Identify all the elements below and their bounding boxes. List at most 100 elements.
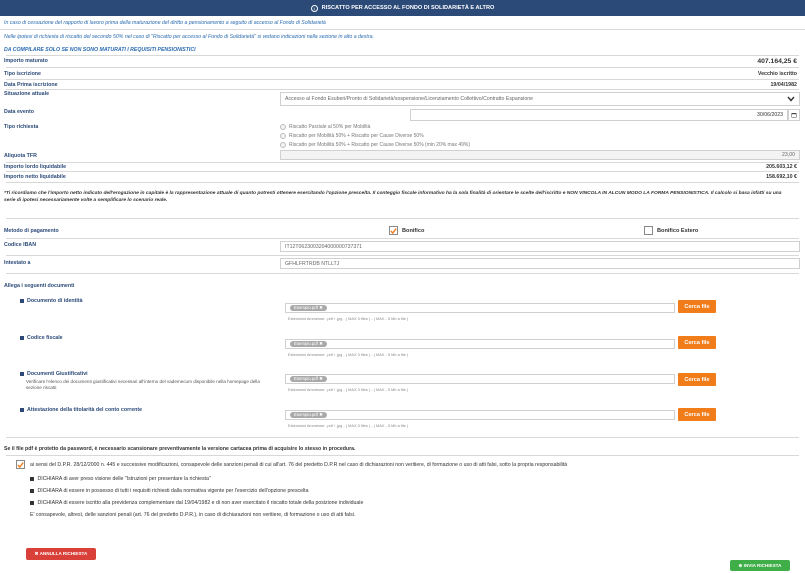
chevron-down-icon [787,96,795,102]
divider [6,79,799,80]
declaration-footer: E' consapevole, altresì, delle sanzioni … [30,512,356,518]
documents-title: Allega i seguenti documenti [4,283,75,289]
doc-attestazione-field[interactable]: Esempio.pdf ✖ [285,410,675,420]
bullet-icon [20,336,24,340]
checkbox-checked[interactable] [389,226,398,235]
bonifico-option[interactable]: Bonifico [389,226,424,235]
situazione-attuale-value: Accesso al Fondo Esuberi/Pronto di Solid… [285,96,533,102]
divider [6,455,799,456]
page-title: RISCATTO PER ACCESSO AL FONDO DI SOLIDAR… [321,5,495,11]
doc-hint: Estensioni Ammesse: .pdf / .jpg - ( MAX … [288,316,409,321]
iban-label: Codice IBAN [4,242,37,248]
invia-richiesta-button[interactable]: ⊕ INVIA RICHIESTA [730,560,790,571]
calendar-icon [791,113,797,118]
tipo-richiesta-option-2[interactable]: Riscatto per Mobilità 50% + Riscatto per… [280,133,424,139]
tipo-richiesta-option-3[interactable]: Riscatto per Mobilità 50% + Riscatto per… [280,142,470,148]
file-chip[interactable]: Esempio.pdf ✖ [290,376,327,382]
tipo-richiesta-option-1[interactable]: Riscatto Parziale al 50% per Mobilità [280,124,370,130]
declaration-item-2: DICHIARA di essere in possesso di tutti … [30,488,309,494]
password-note: Se il file pdf è protetto da password, è… [4,446,356,452]
intro-line-1: In caso di cessazione del rapporto di la… [4,20,326,26]
radio-icon [280,133,286,139]
intestato-label: Intestato a [4,260,31,266]
doc-giustificativi-field[interactable]: Esempio.pdf ✖ [285,374,675,384]
check-icon [17,461,24,468]
bonifico-label: Bonifico [402,227,425,234]
bullet-icon [30,489,34,493]
divider [6,89,799,90]
importo-maturato-value: 407.164,25 € [757,58,797,65]
doc-hint: Estensioni Ammesse: .pdf / .jpg - ( MAX … [288,387,409,392]
divider [6,273,799,274]
calendar-button[interactable] [788,109,800,121]
tipo-iscrizione-label: Tipo iscrizione [4,71,41,77]
check-icon [390,227,397,234]
importo-maturato-label: Importo maturato [4,58,48,64]
metodo-pagamento-label: Metodo di pagamento [4,228,59,234]
divider [6,238,799,239]
checkbox-unchecked[interactable] [644,226,653,235]
doc-hint: Estensioni Ammesse: .pdf / .jpg - ( MAX … [288,352,409,357]
cerca-file-button[interactable]: Cerca file [678,300,716,313]
aliquota-label: Aliquota TFR [4,153,37,159]
situazione-attuale-select[interactable]: Accesso al Fondo Esuberi/Pronto di Solid… [280,92,800,106]
bonifico-estero-label: Bonifico Estero [657,227,699,234]
doc-identita-label: Documento di identità [20,298,83,304]
data-prima-iscrizione-value: 19/04/1982 [770,82,797,88]
divider [6,255,799,256]
info-circle-icon: i [310,4,318,12]
divider [6,218,799,219]
cerca-file-button[interactable]: Cerca file [678,373,716,386]
data-evento-label: Data evento [4,109,35,115]
declaration-item-1: DICHIARA di aver preso visione delle "Is… [30,476,211,482]
bullet-icon [30,477,34,481]
doc-identita-field[interactable]: Esempio.pdf ✖ [285,303,675,313]
declaration-main: ai sensi del D.P.R. 28/12/2000 n. 445 e … [30,462,568,468]
intestato-input[interactable]: GFHLFRTRDB NTLLTJ [280,258,800,269]
data-evento-input[interactable]: 30/06/2023 [410,109,788,121]
iban-input[interactable]: IT12T0623003204000000737371 [280,241,800,252]
importo-lordo-label: Importo lordo liquidabile [4,164,67,170]
doc-codice-fiscale-label: Codice fiscale [20,335,63,341]
divider [0,29,805,30]
disclaimer-text: *Ti ricordiamo che l'importo netto indic… [4,191,782,203]
aliquota-input: 23,00 [280,150,800,160]
doc-giustificativi-desc: Verificare l'elenco dei documenti giusti… [26,379,260,390]
page-header: i RISCATTO PER ACCESSO AL FONDO DI SOLID… [0,0,805,16]
bullet-icon [20,408,24,412]
divider [6,55,799,56]
file-chip[interactable]: Esempio.pdf ✖ [290,341,327,347]
divider [6,182,799,183]
situazione-attuale-label: Situazione attuale [4,91,50,97]
importo-lordo-value: 205.603,12 € [766,164,797,170]
doc-codice-fiscale-field[interactable]: Esempio.pdf ✖ [285,339,675,349]
radio-icon [280,124,286,130]
declaration-item-3: DICHIARA di essere iscritto alla previde… [30,500,363,506]
bullet-icon [20,372,24,376]
cerca-file-button[interactable]: Cerca file [678,408,716,421]
section-title: DA COMPILARE SOLO SE NON SONO MATURATI I… [4,47,196,53]
divider [6,171,799,172]
intro-line-2: Nelle ipotesi di richiesta di riscatto d… [4,34,374,40]
doc-attestazione-label: Attestazione della titolarità del conto … [20,407,142,413]
annulla-richiesta-button[interactable]: ✖ ANNULLA RICHIESTA [26,548,96,560]
cerca-file-button[interactable]: Cerca file [678,336,716,349]
divider [6,162,799,163]
radio-icon [280,142,286,148]
divider [6,437,799,438]
tipo-iscrizione-value: Vecchio iscritto [757,71,797,77]
declaration-checkbox[interactable] [16,460,25,469]
doc-giustificativi-label: Documenti Giustificativi [20,371,88,377]
data-prima-iscrizione-label: Data Prima iscrizione [4,82,58,88]
file-chip[interactable]: Esempio.pdf ✖ [290,305,327,311]
bullet-icon [20,299,24,303]
divider [6,67,799,68]
bullet-icon [30,501,34,505]
doc-hint: Estensioni Ammesse: .pdf / .jpg - ( MAX … [288,423,409,428]
importo-netto-label: Importo netto liquidabile [4,174,66,180]
tipo-richiesta-label: Tipo richiesta [4,124,39,130]
checkbox-checked[interactable] [16,460,25,469]
file-chip[interactable]: Esempio.pdf ✖ [290,412,327,418]
importo-netto-value: 158.692,10 € [766,174,797,180]
bonifico-estero-option[interactable]: Bonifico Estero [644,226,698,235]
